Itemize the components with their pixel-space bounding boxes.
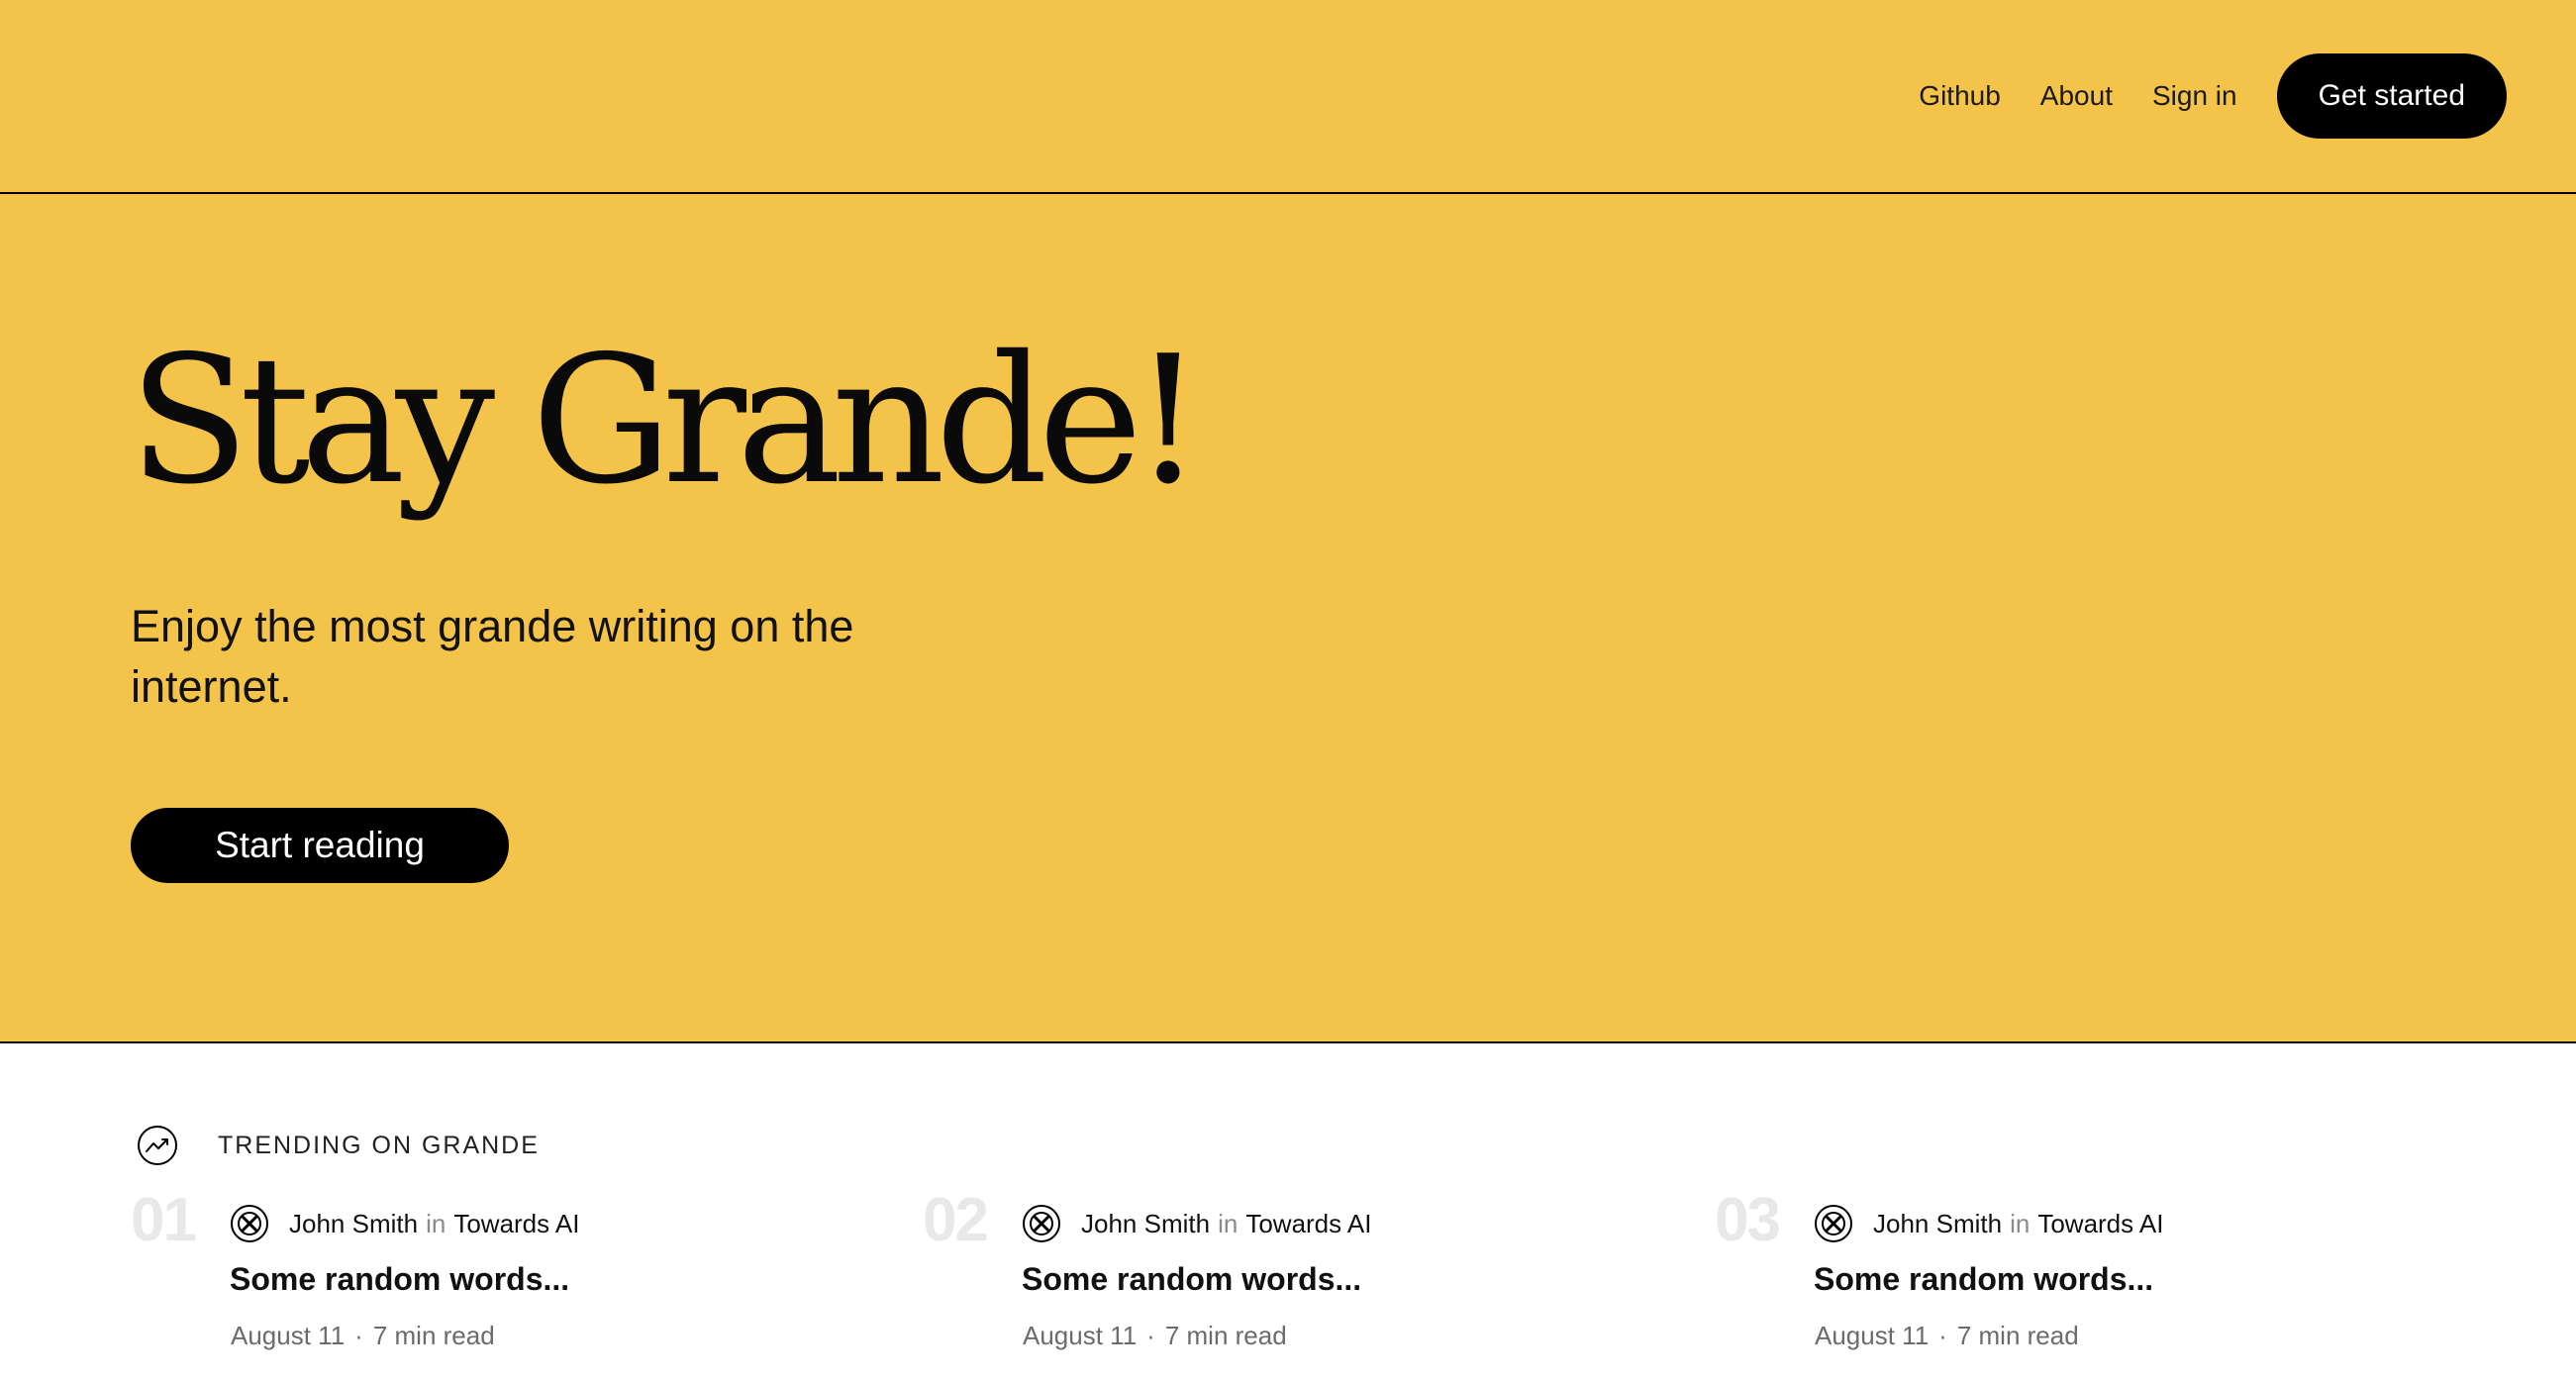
top-nav: Github About Sign in Get started — [1919, 53, 2507, 139]
nav-link-about[interactable]: About — [2040, 80, 2113, 112]
in-word: in — [1218, 1208, 1238, 1238]
publication-avatar-icon[interactable] — [1814, 1204, 1853, 1243]
trending-item: 01 John Smith in Towards AI Some random … — [131, 1190, 903, 1368]
read-time: 7 min read — [372, 1321, 495, 1350]
publication-avatar-icon[interactable] — [230, 1204, 269, 1243]
trending-title[interactable]: Some random words... — [1814, 1261, 2153, 1298]
hero-section: Stay Grande! Enjoy the most grande writi… — [0, 194, 2576, 1043]
trending-meta: August 11 · 7 min read — [231, 1321, 495, 1351]
trending-number: 02 — [923, 1186, 989, 1254]
read-time: 7 min read — [1956, 1321, 2079, 1350]
post-date: August 11 — [231, 1321, 346, 1350]
trending-meta: August 11 · 7 min read — [1815, 1321, 2079, 1351]
trending-author-line: John Smith in Towards AI — [1814, 1204, 2164, 1243]
author-name[interactable]: John Smith — [289, 1209, 418, 1239]
read-time: 7 min read — [1164, 1321, 1287, 1350]
trending-item: 03 John Smith in Towards AI Some random … — [1715, 1190, 2487, 1368]
post-date: August 11 — [1023, 1321, 1138, 1350]
post-date: August 11 — [1815, 1321, 1930, 1350]
get-started-button[interactable]: Get started — [2276, 53, 2507, 139]
publication-name[interactable]: Towards AI — [1245, 1209, 1371, 1239]
author-name[interactable]: John Smith — [1081, 1209, 1210, 1239]
publication-name[interactable]: Towards AI — [453, 1209, 579, 1239]
nav-link-sign-in[interactable]: Sign in — [2152, 80, 2237, 112]
trending-label: TRENDING ON GRANDE — [218, 1131, 540, 1159]
trending-meta: August 11 · 7 min read — [1023, 1321, 1287, 1351]
publication-name[interactable]: Towards AI — [2037, 1209, 2163, 1239]
trending-up-icon — [137, 1125, 178, 1166]
trending-number: 03 — [1715, 1186, 1781, 1254]
trending-author-line: John Smith in Towards AI — [230, 1204, 580, 1243]
publication-avatar-icon[interactable] — [1022, 1204, 1061, 1243]
in-word: in — [2010, 1208, 2031, 1238]
in-word: in — [426, 1208, 446, 1238]
hero-subtitle: Enjoy the most grande writing on the int… — [131, 601, 854, 712]
nav-link-github[interactable]: Github — [1919, 80, 2001, 112]
trending-number: 01 — [131, 1186, 197, 1254]
meta-separator: · — [1146, 1321, 1155, 1350]
hero-title: Stay Grande! — [129, 318, 1204, 523]
trending-title[interactable]: Some random words... — [230, 1261, 569, 1298]
site-header: Github About Sign in Get started — [0, 0, 2576, 194]
meta-separator: · — [354, 1321, 363, 1350]
trending-item: 02 John Smith in Towards AI Some random … — [923, 1190, 1695, 1368]
meta-separator: · — [1938, 1321, 1947, 1350]
trending-header: TRENDING ON GRANDE — [137, 1125, 540, 1166]
start-reading-button[interactable]: Start reading — [131, 808, 509, 883]
trending-section: TRENDING ON GRANDE 01 John Smith in Towa… — [0, 1045, 2576, 1382]
trending-title[interactable]: Some random words... — [1022, 1261, 1361, 1298]
author-name[interactable]: John Smith — [1873, 1209, 2002, 1239]
trending-author-line: John Smith in Towards AI — [1022, 1204, 1372, 1243]
